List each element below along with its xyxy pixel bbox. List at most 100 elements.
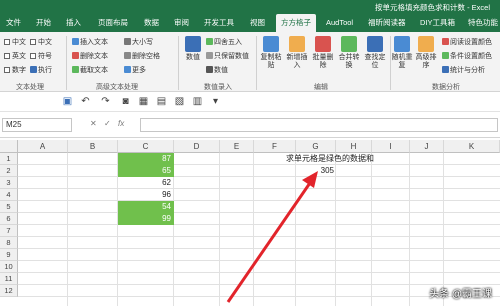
batch-delete-icon: [315, 36, 331, 52]
image-icon[interactable]: ▧: [174, 96, 185, 107]
tab-view[interactable]: 视图: [250, 14, 265, 32]
batch-delete-button[interactable]: 批量删除: [310, 36, 336, 70]
stats-button[interactable]: 统计与分析: [442, 66, 485, 75]
keep-values-button[interactable]: 只保留数值: [206, 52, 249, 61]
cancel-icon[interactable]: ✕: [90, 119, 97, 128]
col-header-f[interactable]: F: [254, 140, 296, 153]
row-header-6[interactable]: 6: [0, 213, 18, 225]
chk-symbol[interactable]: 符号: [30, 52, 52, 61]
col-header-e[interactable]: E: [220, 140, 254, 153]
chk-chinese2[interactable]: 中文: [30, 38, 52, 47]
tab-home[interactable]: 开始: [36, 14, 51, 32]
grid-line: [18, 284, 500, 285]
tab-fangfang[interactable]: 方方格子: [276, 14, 316, 32]
chk-number[interactable]: 数字: [4, 66, 26, 75]
run-button[interactable]: 执行: [30, 66, 52, 75]
cell-c2[interactable]: 65: [118, 165, 174, 177]
tab-file[interactable]: 文件: [6, 14, 21, 32]
insert-icon: [72, 38, 79, 45]
col-header-b[interactable]: B: [68, 140, 118, 153]
advanced-sort-button[interactable]: 高级排序: [414, 36, 438, 70]
read-color-button[interactable]: 阅读设置颜色: [442, 38, 492, 47]
random-icon: [394, 36, 410, 52]
col-header-d[interactable]: D: [174, 140, 220, 153]
cond-color-button[interactable]: 条件设置颜色: [442, 52, 492, 61]
row-header-10[interactable]: 10: [0, 261, 18, 273]
col-header-g[interactable]: G: [296, 140, 336, 153]
number-button[interactable]: 数值: [182, 36, 204, 62]
case-icon: [124, 38, 131, 45]
row-header-3[interactable]: 3: [0, 177, 18, 189]
grid-line: [18, 260, 500, 261]
row-header-5[interactable]: 5: [0, 201, 18, 213]
camera-icon[interactable]: ◙: [120, 96, 131, 107]
undo-icon[interactable]: ↶: [80, 96, 91, 107]
chk-chinese-label: 中文: [12, 39, 26, 46]
cell-c3[interactable]: 62: [118, 177, 174, 189]
insert-text-button[interactable]: 插入文本: [72, 38, 108, 47]
case-button[interactable]: 大小写: [124, 38, 153, 47]
enter-icon[interactable]: ✓: [104, 119, 111, 128]
tab-diy[interactable]: DIY工具箱: [420, 14, 455, 32]
chk-chinese[interactable]: 中文: [4, 38, 26, 47]
cell-c4[interactable]: 96: [118, 189, 174, 201]
cell-c1[interactable]: 87: [118, 153, 174, 165]
col-header-c[interactable]: C: [118, 140, 174, 153]
row-header-4[interactable]: 4: [0, 189, 18, 201]
tab-audtool[interactable]: AudTool: [326, 14, 353, 32]
tab-insert[interactable]: 插入: [66, 14, 81, 32]
delete-text-button[interactable]: 删除文本: [72, 52, 108, 61]
tab-developer[interactable]: 开发工具: [204, 14, 234, 32]
cell-g2-answer[interactable]: 305: [296, 165, 336, 177]
tab-data[interactable]: 数据: [144, 14, 159, 32]
tab-special[interactable]: 特色功能: [468, 14, 498, 32]
new-insert-button[interactable]: 新增插入: [284, 36, 310, 70]
tab-page-layout[interactable]: 页面布局: [98, 14, 128, 32]
row-header-11[interactable]: 11: [0, 273, 18, 285]
cond-color-icon: [442, 52, 449, 59]
tab-review[interactable]: 审阅: [174, 14, 189, 32]
random-repeat-button[interactable]: 随机重复: [390, 36, 414, 70]
more-button[interactable]: 更多: [124, 66, 146, 75]
sheet-icon[interactable]: ▥: [192, 96, 203, 107]
chk-english[interactable]: 英文: [4, 52, 26, 61]
col-header-h[interactable]: H: [336, 140, 372, 153]
select-all-corner[interactable]: [0, 140, 18, 153]
customize-icon[interactable]: ▾: [210, 96, 221, 107]
trim-icon: [124, 52, 131, 59]
cell-g1-question[interactable]: 求单元格是绿色的数据和: [286, 153, 374, 165]
grid-icon[interactable]: ▤: [156, 96, 167, 107]
extract-text-button[interactable]: 截取文本: [72, 66, 108, 75]
tab-foxit[interactable]: 福昕阅读器: [368, 14, 406, 32]
title-bar: 按单元格填充颜色求和计数 - Excel: [0, 0, 500, 14]
table-icon[interactable]: ▦: [138, 96, 149, 107]
cell-c6[interactable]: 99: [118, 213, 174, 225]
col-header-a[interactable]: A: [18, 140, 68, 153]
group-separator: [178, 36, 179, 90]
worksheet-grid[interactable]: 87 65 62 96 54 99 求单元格是绿色的数据和 305: [18, 153, 500, 306]
row-header-9[interactable]: 9: [0, 249, 18, 261]
row-header-1[interactable]: 1: [0, 153, 18, 165]
fx-label[interactable]: fx: [118, 119, 124, 128]
number-dropdown[interactable]: 数值: [206, 66, 228, 75]
col-header-j[interactable]: J: [410, 140, 444, 153]
cell-c5[interactable]: 54: [118, 201, 174, 213]
trim-space-button[interactable]: 删除空格: [124, 52, 160, 61]
merge-convert-button[interactable]: 合并转换: [336, 36, 362, 70]
row-header-8[interactable]: 8: [0, 237, 18, 249]
formula-input[interactable]: [140, 118, 498, 132]
redo-icon[interactable]: ↷: [100, 96, 111, 107]
row-header-2[interactable]: 2: [0, 165, 18, 177]
ribbon-tabs: 文件 开始 插入 页面布局 数据 审阅 开发工具 视图 方方格子 AudTool…: [0, 14, 500, 32]
row-header-12[interactable]: 12: [0, 285, 18, 297]
save-icon[interactable]: ▣: [62, 96, 73, 107]
find-locate-button[interactable]: 查找定位: [362, 36, 388, 70]
round-button[interactable]: 四舍五入: [206, 38, 242, 47]
copy-paste-button[interactable]: 复制粘贴: [258, 36, 284, 70]
col-header-i[interactable]: I: [372, 140, 410, 153]
name-box[interactable]: M25: [2, 118, 72, 132]
row-header-7[interactable]: 7: [0, 225, 18, 237]
col-header-k[interactable]: K: [444, 140, 500, 153]
advanced-sort-label: 高级排序: [415, 54, 437, 69]
keep-values-icon: [206, 52, 213, 59]
